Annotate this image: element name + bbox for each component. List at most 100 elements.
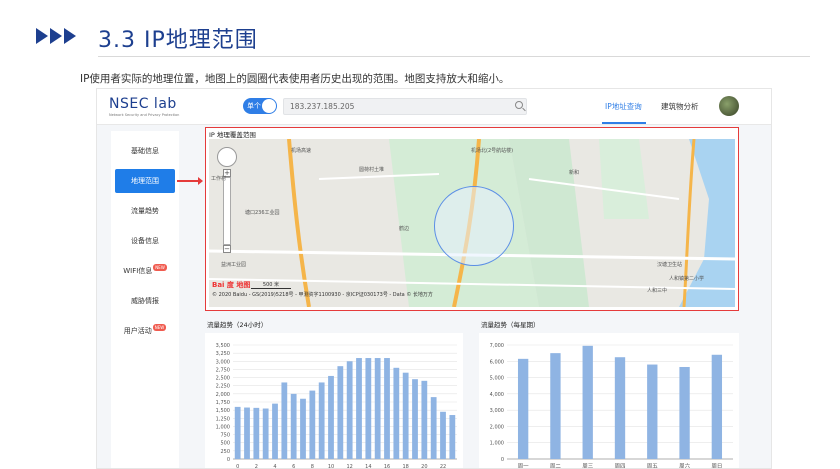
- y-tick-label: 1,000: [216, 424, 230, 430]
- map-label-xinhe: 新和: [569, 170, 580, 176]
- search-icon[interactable]: [515, 101, 523, 109]
- active-tab-underline: [602, 122, 646, 124]
- bar: [234, 406, 241, 459]
- slide: 3.3 IP地理范围 IP使用者实际的地理位置，地图上的圆圈代表使用者历史出现的…: [0, 0, 840, 469]
- map-title: IP 地理覆盖范围: [209, 131, 256, 139]
- bar: [430, 397, 437, 459]
- bar: [517, 358, 529, 459]
- y-tick-label: 2,000: [490, 424, 504, 430]
- map-label-primary-school: 人和镇第二小学: [669, 276, 705, 282]
- map-label-airport: 机场北(2号航站楼): [471, 148, 514, 154]
- mode-toggle[interactable]: 单个: [243, 98, 277, 114]
- y-tick-label: 6,000: [490, 359, 504, 365]
- map-scale: 500 米: [251, 281, 291, 289]
- bar: [346, 361, 353, 459]
- sidebar-item-label: 基础信息: [131, 147, 159, 155]
- x-tick-label: 周日: [711, 463, 722, 469]
- bar: [412, 379, 418, 459]
- x-tick-label: 周六: [679, 462, 691, 469]
- tab-ip-query[interactable]: IP地址查询: [605, 101, 642, 112]
- bar: [328, 375, 334, 459]
- y-tick-label: 1,500: [216, 408, 230, 414]
- chart-card-week: 0 1,000 2,000 3,000 4,000 5,000 6,000 7,000 周一 周二…: [479, 333, 739, 469]
- sidebar-item-user-activity[interactable]: 用户活动 NEW: [115, 319, 175, 343]
- y-tick-label: 2,000: [216, 392, 230, 398]
- slide-title: 3.3 IP地理范围: [98, 28, 258, 53]
- chevron-arrows-icon: [36, 28, 78, 44]
- y-tick-label: 500: [220, 441, 230, 447]
- map-view[interactable]: + − 机场北(2号航站楼) 圆荷村土堆 塘口236工业园 益洲工业园 人和三中…: [209, 139, 735, 307]
- x-tick-label: 16: [384, 464, 390, 469]
- y-tick-label: 250: [220, 449, 230, 455]
- sidebar-item-traffic-trend[interactable]: 流量趋势: [115, 199, 175, 223]
- bar: [272, 403, 278, 459]
- chart-card-24h: 0 250 500 750 1,000 1,250 1,500 1,750 2,000 2,250…: [205, 333, 463, 469]
- sidebar-item-wifi-info[interactable]: WIFI信息 NEW: [115, 259, 175, 283]
- y-tick-label: 2,750: [216, 367, 230, 373]
- bar: [449, 415, 456, 459]
- x-tick-label: 22: [440, 464, 446, 469]
- sidebar-item-threat-intel[interactable]: 威胁情报: [115, 289, 175, 313]
- y-tick-label: 1,000: [490, 441, 504, 447]
- y-tick-label: 0: [227, 457, 230, 463]
- zoom-slider[interactable]: [223, 177, 231, 245]
- ip-range-circle: [434, 186, 514, 266]
- bar: [365, 358, 372, 459]
- bar: [711, 354, 723, 459]
- new-badge: NEW: [153, 263, 167, 271]
- x-tick-label: 8: [311, 464, 314, 469]
- y-tick-label: 5,000: [490, 376, 504, 382]
- bar: [582, 345, 593, 459]
- map-label-work-village: 工作村: [211, 176, 227, 182]
- zoom-out-button[interactable]: −: [223, 245, 231, 253]
- y-tick-label: 3,250: [216, 351, 230, 357]
- map-label-highway: 机场高速: [291, 148, 312, 154]
- y-tick-label: 3,000: [490, 408, 504, 414]
- map-label-village: 圆荷村土堆: [359, 167, 385, 173]
- y-tick-label: 4,000: [490, 392, 504, 398]
- bar: [290, 393, 297, 459]
- y-tick-label: 1,750: [216, 400, 230, 406]
- x-tick-label: 周五: [647, 463, 659, 469]
- bar: [421, 380, 428, 459]
- y-tick-label: 2,500: [216, 376, 230, 382]
- sidebar-item-label: 威胁情报: [131, 297, 159, 305]
- y-tick-label: 2,250: [216, 384, 230, 390]
- map-label-yizhou: 益洲工业园: [221, 262, 247, 268]
- baidu-map-logo[interactable]: Bai 度 地图: [212, 280, 250, 290]
- user-avatar[interactable]: [719, 96, 739, 116]
- sidebar-item-geo-range[interactable]: 地理范围: [115, 169, 175, 193]
- ip-search-input[interactable]: 183.237.185.205: [283, 98, 527, 115]
- bar: [402, 372, 409, 459]
- sidebar-item-basic-info[interactable]: 基础信息: [115, 139, 175, 163]
- app-logo[interactable]: NSEC lab: [109, 96, 177, 112]
- sidebar: 基础信息 地理范围 流量趋势 设备信息 WIFI信息 NEW 威胁情报 用户活动 N…: [111, 131, 179, 468]
- highlight-arrow-icon: [177, 177, 203, 185]
- map-label-clinic: 汉塘卫生站: [657, 262, 683, 268]
- bar: [679, 366, 690, 459]
- y-tick-label: 750: [220, 433, 230, 439]
- sidebar-item-label: 用户活动: [123, 327, 152, 335]
- x-tick-label: 周四: [614, 463, 625, 469]
- x-tick-label: 10: [328, 464, 334, 469]
- toggle-knob: [262, 99, 276, 113]
- x-tick-label: 20: [421, 464, 427, 469]
- sidebar-item-label: 地理范围: [131, 177, 159, 185]
- y-tick-label: 3,000: [216, 359, 230, 365]
- x-tick-label: 18: [402, 464, 408, 469]
- map-label-hebian: 鹤边: [399, 226, 410, 232]
- map-panel: IP 地理覆盖范围 + − 机场北(2号航站楼) 圆荷村土堆 塘口236工业园 …: [205, 127, 739, 311]
- pan-control-icon[interactable]: [217, 147, 237, 167]
- y-tick-label: 1,250: [216, 416, 230, 422]
- x-tick-label: 2: [255, 464, 258, 469]
- sidebar-item-label: WIFI信息: [123, 267, 153, 275]
- bar: [647, 364, 658, 459]
- tab-building-analysis[interactable]: 建筑物分析: [661, 101, 699, 112]
- new-badge: NEW: [152, 323, 167, 331]
- sidebar-item-device-info[interactable]: 设备信息: [115, 229, 175, 253]
- app-logo-subtitle: Network Security and Privacy Protection: [109, 113, 180, 117]
- x-tick-label: 12: [346, 464, 352, 469]
- map-copyright: © 2020 Baidu - GS(2019)5218号 - 甲测资字11009…: [212, 292, 433, 298]
- chart-24h-svg: 0 250 500 750 1,000 1,250 1,500 1,750 2,000 2,250…: [216, 343, 457, 469]
- bar: [384, 358, 390, 459]
